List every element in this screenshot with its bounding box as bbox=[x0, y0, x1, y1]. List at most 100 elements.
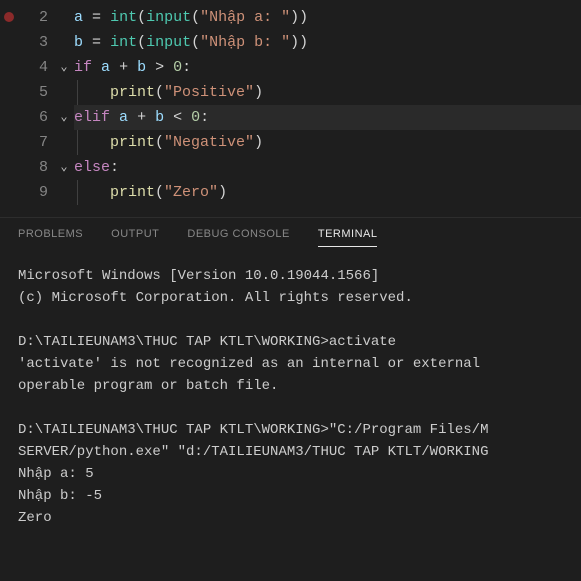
code-token: "Negative" bbox=[164, 134, 254, 151]
code-token: ) bbox=[299, 34, 308, 51]
code-token: int bbox=[110, 9, 137, 26]
code-token: "Zero" bbox=[164, 184, 218, 201]
code-token: a bbox=[74, 9, 83, 26]
code-line[interactable]: elif a + b < 0: bbox=[74, 105, 581, 130]
line-number: 8 bbox=[18, 155, 54, 180]
code-token: print bbox=[110, 84, 155, 101]
code-token: ) bbox=[290, 9, 299, 26]
terminal-line bbox=[18, 397, 563, 419]
code-token: ) bbox=[299, 9, 308, 26]
code-token bbox=[164, 109, 173, 126]
terminal-line: Microsoft Windows [Version 10.0.19044.15… bbox=[18, 265, 563, 287]
terminal-output[interactable]: Microsoft Windows [Version 10.0.19044.15… bbox=[0, 255, 581, 539]
chevron-down-icon[interactable]: ⌄ bbox=[54, 155, 74, 180]
fold-spacer bbox=[54, 5, 74, 30]
code-token: < bbox=[173, 109, 182, 126]
code-token bbox=[146, 109, 155, 126]
fold-spacer bbox=[54, 180, 74, 205]
code-token: elif bbox=[74, 109, 110, 126]
code-token bbox=[74, 84, 110, 101]
code-token: a bbox=[119, 109, 128, 126]
code-token bbox=[101, 34, 110, 51]
code-token bbox=[128, 59, 137, 76]
code-token bbox=[83, 9, 92, 26]
code-token: "Nhập b: " bbox=[200, 34, 290, 51]
code-token: print bbox=[110, 134, 155, 151]
code-editor[interactable]: 23456789 ⌄⌄⌄ a = int(input("Nhập a: "))b… bbox=[0, 0, 581, 217]
code-line[interactable]: print("Positive") bbox=[74, 80, 581, 105]
code-token: ( bbox=[155, 134, 164, 151]
code-token bbox=[164, 59, 173, 76]
indent-guide bbox=[77, 80, 78, 105]
terminal-line: Nhập a: 5 bbox=[18, 463, 563, 485]
breakpoint-icon[interactable] bbox=[4, 12, 14, 22]
code-token: else bbox=[74, 159, 110, 176]
code-content[interactable]: a = int(input("Nhập a: "))b = int(input(… bbox=[74, 0, 581, 217]
code-token: 0 bbox=[173, 59, 182, 76]
line-number: 4 bbox=[18, 55, 54, 80]
code-token: = bbox=[92, 34, 101, 51]
code-token: b bbox=[155, 109, 164, 126]
code-token bbox=[101, 9, 110, 26]
indent-guide bbox=[77, 130, 78, 155]
terminal-line: Nhập b: -5 bbox=[18, 485, 563, 507]
code-token: ( bbox=[191, 34, 200, 51]
line-number-gutter: 23456789 bbox=[18, 0, 54, 217]
line-number: 7 bbox=[18, 130, 54, 155]
code-token: ) bbox=[254, 84, 263, 101]
terminal-line bbox=[18, 309, 563, 331]
code-token: if bbox=[74, 59, 92, 76]
code-token: ) bbox=[290, 34, 299, 51]
code-token: ( bbox=[137, 9, 146, 26]
code-token: int bbox=[110, 34, 137, 51]
chevron-down-icon[interactable]: ⌄ bbox=[54, 105, 74, 130]
code-token: : bbox=[200, 109, 209, 126]
chevron-down-icon[interactable]: ⌄ bbox=[54, 55, 74, 80]
terminal-line: (c) Microsoft Corporation. All rights re… bbox=[18, 287, 563, 309]
terminal-line: D:\TAILIEUNAM3\THUC TAP KTLT\WORKING>"C:… bbox=[18, 419, 563, 441]
code-token bbox=[83, 34, 92, 51]
code-token bbox=[182, 109, 191, 126]
tab-problems[interactable]: PROBLEMS bbox=[18, 228, 83, 247]
line-number: 2 bbox=[18, 5, 54, 30]
panel-tab-bar: PROBLEMS OUTPUT DEBUG CONSOLE TERMINAL bbox=[0, 218, 581, 255]
code-token: ) bbox=[254, 134, 263, 151]
breakpoint-gutter[interactable] bbox=[0, 0, 18, 217]
code-token: ( bbox=[155, 184, 164, 201]
code-token bbox=[128, 109, 137, 126]
code-line[interactable]: else: bbox=[74, 155, 581, 180]
code-token: ( bbox=[155, 84, 164, 101]
tab-terminal[interactable]: TERMINAL bbox=[318, 228, 378, 247]
tab-debug-console[interactable]: DEBUG CONSOLE bbox=[187, 228, 289, 247]
code-token: ) bbox=[218, 184, 227, 201]
code-token: input bbox=[146, 34, 191, 51]
fold-spacer bbox=[54, 80, 74, 105]
code-token: > bbox=[155, 59, 164, 76]
code-line[interactable]: a = int(input("Nhập a: ")) bbox=[74, 5, 581, 30]
code-token: : bbox=[110, 159, 119, 176]
code-token: "Positive" bbox=[164, 84, 254, 101]
code-line[interactable]: b = int(input("Nhập b: ")) bbox=[74, 30, 581, 55]
indent-guide bbox=[77, 180, 78, 205]
code-line[interactable]: print("Zero") bbox=[74, 180, 581, 205]
code-token: print bbox=[110, 184, 155, 201]
code-token: a bbox=[101, 59, 110, 76]
code-token: input bbox=[146, 9, 191, 26]
code-token: + bbox=[119, 59, 128, 76]
code-token bbox=[92, 59, 101, 76]
code-token: 0 bbox=[191, 109, 200, 126]
code-line[interactable]: if a + b > 0: bbox=[74, 55, 581, 80]
code-token bbox=[110, 109, 119, 126]
line-number: 9 bbox=[18, 180, 54, 205]
code-token bbox=[74, 134, 110, 151]
terminal-line: 'activate' is not recognized as an inter… bbox=[18, 353, 563, 375]
code-token: ( bbox=[137, 34, 146, 51]
line-number: 3 bbox=[18, 30, 54, 55]
code-line[interactable]: print("Negative") bbox=[74, 130, 581, 155]
fold-gutter[interactable]: ⌄ ⌄ ⌄ bbox=[54, 0, 74, 217]
tab-output[interactable]: OUTPUT bbox=[111, 228, 159, 247]
code-token: : bbox=[182, 59, 191, 76]
terminal-line: SERVER/python.exe" "d:/TAILIEUNAM3/THUC … bbox=[18, 441, 563, 463]
terminal-line: D:\TAILIEUNAM3\THUC TAP KTLT\WORKING>act… bbox=[18, 331, 563, 353]
code-token: + bbox=[137, 109, 146, 126]
